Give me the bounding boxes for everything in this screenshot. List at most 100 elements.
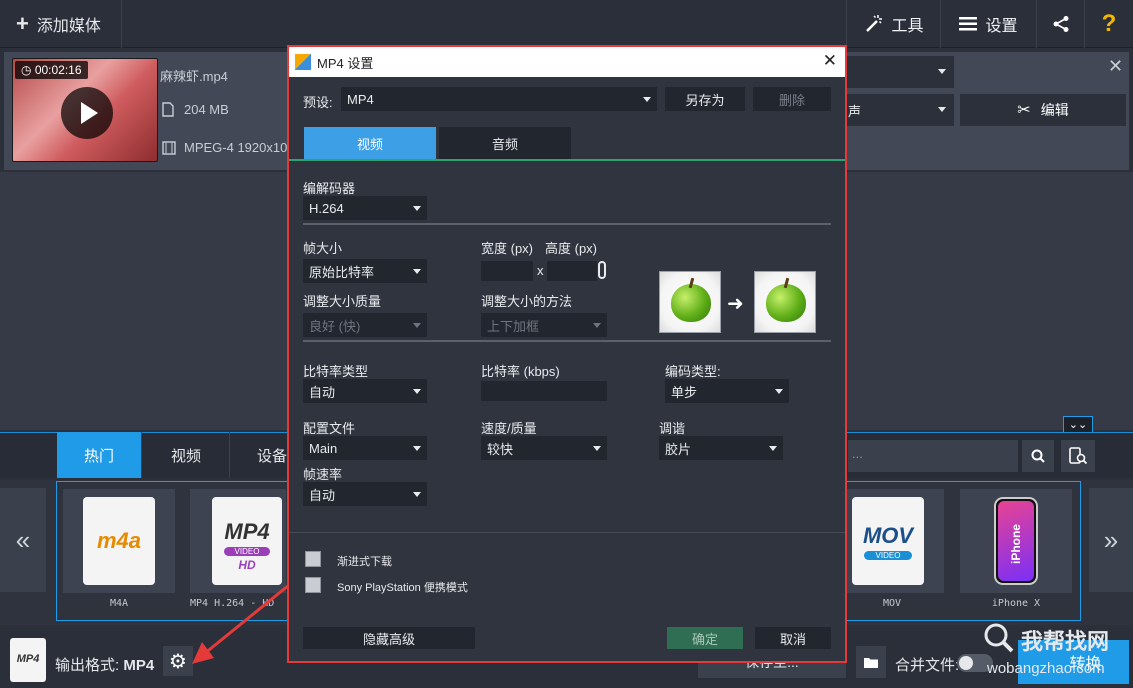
fps-select[interactable]: 自动	[303, 482, 427, 506]
help-button[interactable]: ?	[1084, 0, 1133, 48]
watermark: 我帮找网 wobangzhao.com	[983, 620, 1133, 686]
cancel-button[interactable]: 取消	[755, 627, 831, 649]
apple-source-image	[659, 271, 721, 333]
link-icon[interactable]	[598, 261, 606, 279]
fps-label: 帧速率	[303, 467, 343, 482]
save-as-button[interactable]: 另存为	[665, 87, 745, 111]
media-filename: 麻辣虾.mp4	[160, 69, 228, 84]
profile-select[interactable]: Main	[303, 436, 427, 460]
mp4-settings-dialog: MP4 设置 ✕ 预设: MP4 另存为 删除 视频 音频 编解码器 H.264…	[287, 45, 847, 663]
tune-select[interactable]: 胶片	[659, 436, 783, 460]
close-icon[interactable]: ✕	[1108, 56, 1123, 77]
dialog-title: MP4 设置	[317, 55, 374, 71]
output-format-label: 输出格式: MP4	[55, 657, 155, 674]
encode-type-label: 编码类型:	[665, 364, 721, 379]
format-card-label: iPhone X	[991, 598, 1041, 609]
progressive-download-checkbox[interactable]	[305, 551, 321, 567]
scissors-icon: ✂	[1017, 102, 1031, 119]
ok-button[interactable]: 确定	[667, 627, 743, 649]
height-input[interactable]	[547, 261, 597, 281]
dialog-titlebar: MP4 设置 ✕	[289, 47, 845, 77]
edit-button[interactable]: ✂ 编辑	[960, 94, 1126, 126]
psp-mode-checkbox[interactable]	[305, 577, 321, 593]
magic-wand-icon	[866, 15, 883, 32]
close-icon[interactable]: ✕	[823, 51, 837, 71]
profile-label: 配置文件	[303, 421, 356, 436]
tab-underline	[289, 159, 845, 161]
delete-button[interactable]: 删除	[753, 87, 831, 111]
search-button[interactable]	[1022, 440, 1054, 472]
magnifier-watermark-icon	[984, 623, 1014, 653]
duration-chip: ◷ 00:02:16	[15, 61, 88, 79]
resize-quality-select[interactable]: 良好 (快)	[303, 313, 427, 337]
encode-type-select[interactable]: 单步	[665, 379, 789, 403]
file-icon	[162, 102, 174, 117]
times-sign: x	[537, 263, 544, 278]
device-detect-button[interactable]	[1061, 440, 1095, 472]
format-card-mov[interactable]: MOV VIDEO	[846, 489, 944, 593]
speed-quality-label: 速度/质量	[481, 421, 537, 436]
progressive-download-label: 渐进式下载	[337, 556, 392, 568]
resize-method-label: 调整大小的方法	[481, 294, 573, 309]
media-format: MPEG-4 1920x10	[162, 140, 287, 155]
search-input[interactable]: ...	[848, 440, 1018, 472]
app-logo-icon	[295, 54, 311, 70]
tab-video[interactable]: 视频	[143, 432, 230, 478]
scroll-right-button[interactable]: »	[1089, 488, 1133, 592]
divider	[303, 340, 831, 342]
output-format-value: MP4	[123, 657, 155, 674]
question-icon: ?	[1101, 10, 1117, 37]
plus-icon: +	[16, 11, 29, 36]
frame-size-select[interactable]: 原始比特率	[303, 259, 427, 283]
format-card-label: MOV	[882, 598, 902, 609]
tab-devices[interactable]: 设备	[231, 432, 289, 478]
chevrons-right-icon: »	[1103, 524, 1119, 555]
clock-icon: ◷	[21, 63, 35, 77]
menu-icon	[959, 17, 978, 31]
speed-quality-select[interactable]: 较快	[481, 436, 607, 460]
resize-method-select[interactable]: 上下加框	[481, 313, 607, 337]
codec-label: 编解码器	[303, 181, 356, 196]
bitrate-input[interactable]	[481, 381, 607, 401]
output-format-badge[interactable]: MP4	[10, 638, 46, 682]
arrow-right-icon: ➜	[727, 293, 744, 315]
mov-video-icon: MOV VIDEO	[852, 497, 924, 585]
scroll-left-button[interactable]: «	[0, 488, 46, 592]
share-button[interactable]	[1036, 0, 1084, 48]
hide-advanced-button[interactable]: 隐藏高级	[303, 627, 475, 649]
bitrate-type-label: 比特率类型	[303, 364, 369, 379]
divider	[289, 532, 845, 533]
settings-button[interactable]: 设置	[940, 0, 1036, 48]
chevrons-left-icon: «	[15, 524, 31, 555]
frame-size-label: 帧大小	[303, 241, 343, 256]
merge-files-label: 合并文件:	[895, 657, 960, 674]
add-media-button[interactable]: + 添加媒体	[0, 0, 122, 48]
format-card-label: M4A	[109, 598, 129, 609]
format-card-iphone-x[interactable]: iPhone	[960, 489, 1072, 593]
tune-label: 调谐	[659, 421, 686, 436]
width-input[interactable]	[481, 261, 533, 281]
iphone-icon: iPhone	[994, 497, 1038, 585]
search-icon	[1031, 449, 1045, 463]
tools-button[interactable]: 工具	[846, 0, 940, 48]
preset-label: 预设:	[303, 95, 333, 110]
bitrate-type-select[interactable]: 自动	[303, 379, 427, 403]
tab-popular[interactable]: 热门	[57, 432, 142, 478]
bitrate-label: 比特率 (kbps)	[481, 364, 560, 379]
divider	[303, 223, 831, 225]
tab-audio-settings[interactable]: 音频	[439, 127, 571, 159]
play-icon[interactable]	[61, 87, 113, 139]
height-label: 高度 (px)	[545, 241, 598, 256]
codec-select[interactable]: H.264	[303, 196, 427, 220]
open-folder-button[interactable]	[856, 646, 886, 678]
video-thumbnail[interactable]: ◷ 00:02:16	[12, 58, 158, 162]
format-card-m4a[interactable]: m4a	[63, 489, 175, 593]
media-size: 204 MB	[162, 102, 229, 117]
film-icon	[162, 140, 176, 155]
psp-mode-label: Sony PlayStation 便携模式	[337, 582, 468, 594]
share-icon	[1053, 16, 1068, 32]
tab-video-settings[interactable]: 视频	[304, 127, 436, 159]
device-search-icon	[1069, 447, 1088, 465]
preset-select[interactable]: MP4	[341, 87, 657, 111]
folder-icon	[864, 657, 878, 668]
